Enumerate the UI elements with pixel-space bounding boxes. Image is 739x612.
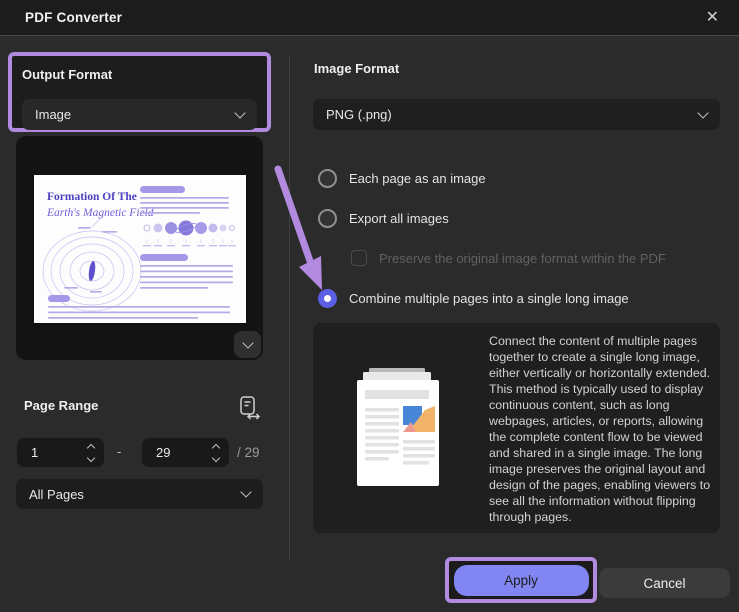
titlebar: PDF Converter ✕ [0, 0, 739, 36]
page-range-total: / 29 [237, 445, 260, 460]
page-range-to-value: 29 [156, 445, 171, 460]
stepper-arrows-icon[interactable] [211, 443, 221, 462]
radio-selected-icon [318, 289, 337, 308]
page-range-from-value: 1 [31, 445, 39, 460]
image-format-dropdown[interactable]: PNG (.png) [313, 99, 720, 130]
page-scope-value: All Pages [29, 486, 84, 502]
radio-icon [318, 209, 337, 228]
apply-button[interactable]: Apply [453, 564, 589, 596]
radio-icon [318, 169, 337, 188]
pdf-page-thumbnail: Formation Of The Earth's Magnetic Field [34, 175, 246, 323]
page-range-from-stepper[interactable]: 1 [17, 438, 104, 467]
thumbnail-title-line2: Earth's Magnetic Field [46, 207, 154, 219]
stepper-arrows-icon[interactable] [86, 443, 96, 462]
page-range-label: Page Range [24, 398, 99, 413]
chevron-down-icon [697, 106, 709, 119]
page-range-icon[interactable] [236, 395, 262, 421]
image-format-label: Image Format [314, 61, 400, 76]
pdf-converter-dialog: PDF Converter ✕ Output Format Image Form… [0, 0, 739, 612]
page-range-to-stepper[interactable]: 29 [142, 438, 229, 467]
page-scope-dropdown[interactable]: All Pages [16, 479, 263, 509]
cancel-button[interactable]: Cancel [599, 568, 730, 598]
output-format-label: Output Format [22, 67, 113, 82]
chevron-down-icon [241, 337, 254, 349]
checkbox-preserve-original-format[interactable]: Preserve the original image format withi… [351, 250, 666, 266]
radio-export-all-images[interactable]: Export all images [318, 209, 449, 228]
panel-divider [289, 56, 290, 560]
image-format-value: PNG (.png) [326, 107, 392, 122]
thumbnail-title-line1: Formation Of The [47, 191, 137, 203]
output-format-value: Image [35, 107, 72, 122]
chevron-down-icon [240, 486, 252, 498]
annotation-highlight-output-format: Output Format Image [8, 52, 271, 132]
page-range-separator: - [117, 444, 122, 459]
radio-each-page-as-image[interactable]: Each page as an image [318, 169, 486, 188]
radio-combine-pages-long-image[interactable]: Combine multiple pages into a single lon… [318, 289, 629, 308]
checkbox-icon [351, 250, 367, 266]
option-description-panel: Connect the content of multiple pages to… [313, 323, 720, 533]
dialog-title: PDF Converter [25, 10, 123, 25]
preview-panel: Formation Of The Earth's Magnetic Field [16, 136, 263, 360]
option-description-text: Connect the content of multiple pages to… [489, 334, 711, 524]
chevron-down-icon [234, 106, 246, 119]
long-image-illustration-icon [357, 368, 439, 486]
annotation-highlight-apply: Apply [445, 557, 597, 603]
output-format-dropdown[interactable]: Image [22, 99, 257, 130]
preview-next-page-button[interactable] [234, 331, 261, 358]
close-icon[interactable]: ✕ [702, 8, 723, 28]
